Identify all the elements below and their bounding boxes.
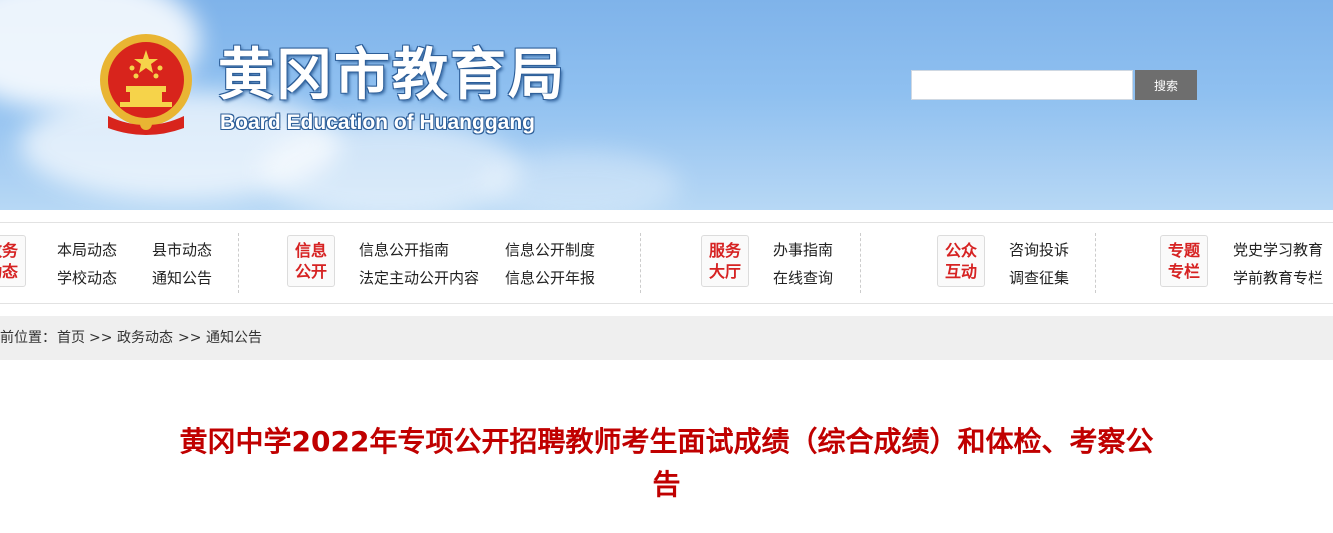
search-input[interactable]: [911, 70, 1133, 100]
breadcrumb-notices[interactable]: 通知公告: [206, 316, 262, 360]
badge-line: 服务: [708, 241, 741, 260]
search-button[interactable]: 搜索: [1135, 70, 1197, 100]
nav-link-annual-report[interactable]: 信息公开年报: [505, 267, 595, 288]
article-title-line: 告: [652, 468, 681, 501]
nav-link-disclosure-guide[interactable]: 信息公开指南: [359, 239, 449, 260]
nav-link-party-history[interactable]: 党史学习教育: [1233, 239, 1323, 260]
badge-line: 大厅: [708, 262, 741, 281]
article-title: 黄冈中学2022年专项公开招聘教师考生面试成绩（综合成绩）和体检、考察公 告: [60, 420, 1273, 506]
nav-badge-special-topics[interactable]: 专题 专栏: [1160, 235, 1208, 287]
header-banner: 黄冈市教育局 Board Education of Huanggang 搜索: [0, 0, 1333, 210]
breadcrumb-government-news[interactable]: 政务动态: [117, 316, 173, 360]
article-title-line: 黄冈中学2022年专项公开招聘教师考生面试成绩（综合成绩）和体检、考察公: [179, 425, 1154, 458]
breadcrumb-home[interactable]: 首页: [57, 316, 85, 360]
breadcrumb-separator: >>: [178, 330, 202, 346]
breadcrumb: 当前位置： 首页 >> 政务动态 >> 通知公告: [0, 316, 1333, 360]
nav-link-service-guide[interactable]: 办事指南: [773, 239, 833, 260]
breadcrumb-separator: >>: [89, 330, 113, 346]
badge-line: 互动: [944, 262, 977, 281]
badge-line: 公开: [294, 262, 327, 281]
badge-line: 公众: [944, 241, 977, 260]
nav-divider: [860, 233, 861, 293]
national-emblem-icon: [100, 34, 192, 135]
nav-badge-government-news[interactable]: 政务 动态: [0, 235, 26, 287]
breadcrumb-prefix: 当前位置：: [0, 330, 56, 346]
nav-divider: [640, 233, 641, 293]
badge-line: 动态: [0, 262, 18, 281]
nav-link-bureau-news[interactable]: 本局动态: [57, 239, 117, 260]
site-subtitle: Board Education of Huanggang: [220, 111, 535, 134]
nav-divider: [1095, 233, 1096, 293]
nav-badge-service-hall[interactable]: 服务 大厅: [701, 235, 749, 287]
nav-link-school-news[interactable]: 学校动态: [57, 267, 117, 288]
nav-badge-info-disclosure[interactable]: 信息 公开: [287, 235, 335, 287]
nav-link-survey[interactable]: 调查征集: [1009, 267, 1069, 288]
main-nav: 政务 动态 本局动态 县市动态 学校动态 通知公告 信息 公开 信息公开指南 信…: [0, 222, 1333, 304]
badge-line: 政务: [0, 241, 18, 260]
site-title: 黄冈市教育局: [218, 42, 566, 108]
nav-link-notices[interactable]: 通知公告: [152, 267, 212, 288]
badge-line: 信息: [294, 241, 327, 260]
nav-badge-public-interaction[interactable]: 公众 互动: [937, 235, 985, 287]
nav-link-statutory-content[interactable]: 法定主动公开内容: [359, 267, 479, 288]
nav-link-disclosure-system[interactable]: 信息公开制度: [505, 239, 595, 260]
nav-divider: [238, 233, 239, 293]
nav-link-county-news[interactable]: 县市动态: [152, 239, 212, 260]
badge-line: 专题: [1167, 241, 1200, 260]
nav-link-online-query[interactable]: 在线查询: [773, 267, 833, 288]
nav-link-complaints[interactable]: 咨询投诉: [1009, 239, 1069, 260]
badge-line: 专栏: [1167, 262, 1200, 281]
nav-link-preschool[interactable]: 学前教育专栏: [1233, 267, 1323, 288]
